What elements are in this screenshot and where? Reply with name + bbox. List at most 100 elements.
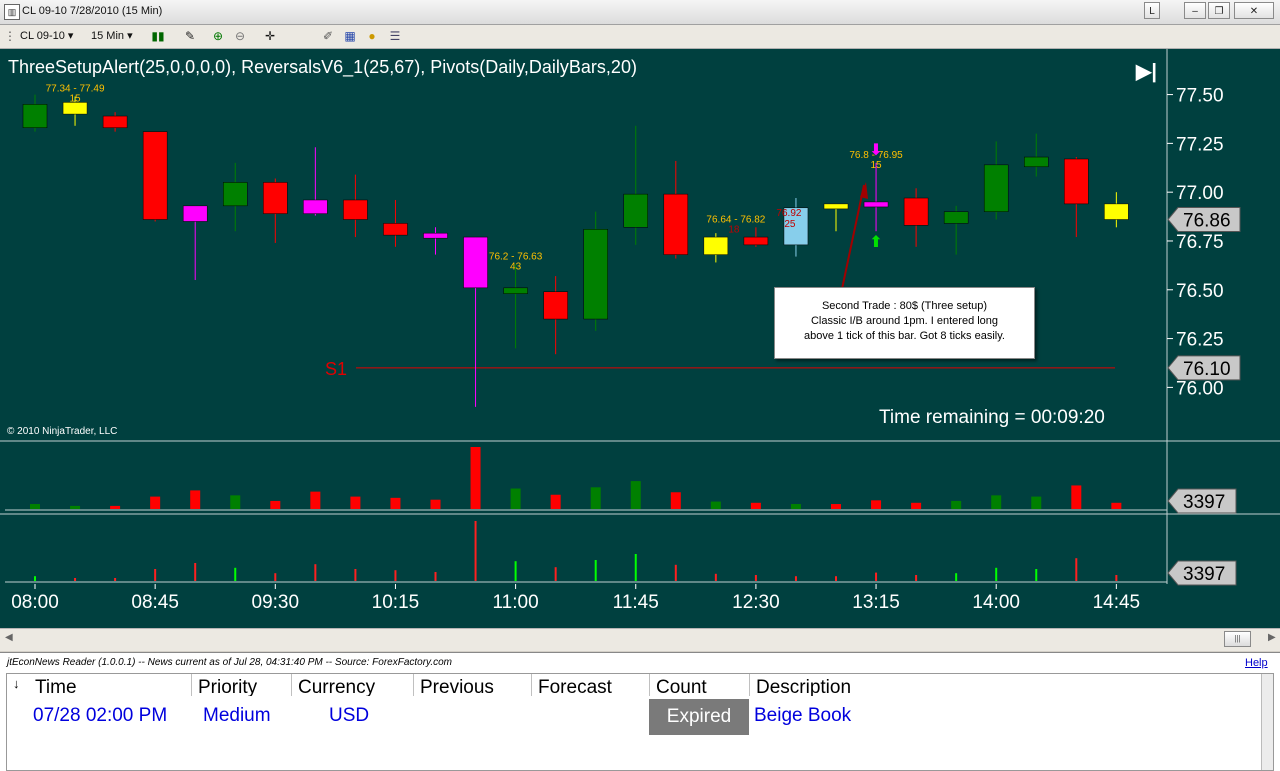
news-vertical-scrollbar[interactable]	[1261, 674, 1273, 770]
volume-bar	[750, 502, 761, 509]
time-tick-label: 14:45	[1093, 592, 1141, 613]
volume-bar	[710, 501, 721, 509]
price-tick-label: 76.25	[1176, 330, 1224, 351]
bar-type-icon[interactable]: ▮▮	[150, 28, 166, 44]
volume-bar	[430, 499, 441, 509]
candle-body	[943, 211, 969, 224]
volume-bar	[630, 481, 641, 509]
time-tick-label: 09:30	[252, 592, 300, 613]
crosshair-icon[interactable]: ✛	[262, 28, 278, 44]
column-forecast[interactable]: Forecast	[531, 674, 649, 696]
row-time[interactable]: 07/28 02:00 PM	[33, 705, 167, 727]
restore-button[interactable]: ❐	[1208, 2, 1230, 19]
volume-bar	[831, 504, 841, 509]
data-box-icon[interactable]: ☰	[387, 28, 403, 44]
annotation-line-3: above 1 tick of this bar. Got 8 ticks ea…	[804, 330, 1005, 342]
row-description[interactable]: Beige Book	[754, 705, 851, 727]
price-tick-label: 77.50	[1176, 86, 1224, 107]
indicator-title: ThreeSetupAlert(25,0,0,0,0), ReversalsV6…	[8, 57, 637, 77]
buy-arrow-icon: ⬆	[869, 232, 882, 251]
time-remaining-label: Time remaining = 00:09:20	[879, 407, 1105, 428]
row-count-expired[interactable]: Expired	[649, 699, 749, 735]
candle-body	[423, 232, 448, 239]
volume-bar	[951, 500, 962, 509]
candle-body	[463, 236, 488, 289]
indicators-icon[interactable]: ▦	[342, 28, 358, 44]
indicator-last-label: 3397	[1183, 564, 1225, 585]
candle-body	[1024, 156, 1049, 168]
row-priority[interactable]: Medium	[203, 705, 271, 727]
column-currency[interactable]: Currency	[291, 674, 413, 696]
volume-bar	[1111, 502, 1122, 509]
candle-body	[743, 236, 769, 246]
zoom-out-icon[interactable]: ⊖	[232, 28, 248, 44]
price-tick-label: 77.25	[1176, 134, 1224, 155]
scroll-right-icon[interactable]: ▶	[1268, 632, 1276, 643]
candle-body	[223, 182, 248, 207]
row-currency[interactable]: USD	[329, 705, 369, 727]
last-price-label: 76.86	[1183, 211, 1231, 232]
candle-body	[583, 229, 608, 320]
minimize-button[interactable]: –	[1184, 2, 1206, 19]
properties-icon[interactable]: ✐	[320, 28, 336, 44]
volume-bar	[270, 500, 281, 509]
price-chart[interactable]: 77.50 77.25 77.00 76.75 76.50 76.25 76.00 08:00…	[0, 49, 1280, 628]
time-tick-label: 11:00	[493, 592, 539, 613]
sell-arrow-icon: ⬇	[869, 140, 882, 159]
chart-horizontal-scrollbar[interactable]: ◀ ||| ▶	[0, 628, 1280, 651]
help-link[interactable]: Help	[1245, 657, 1268, 669]
scroll-to-end-icon[interactable]: ▶|	[1136, 59, 1157, 84]
time-tick-label: 13:15	[852, 592, 900, 613]
sort-arrow-icon[interactable]: ↓	[7, 674, 29, 696]
bar-count-label: 18	[728, 224, 740, 235]
volume-bar	[1071, 485, 1082, 509]
bar-count-label: 25	[784, 219, 796, 230]
instrument-selector[interactable]: CL 09-10 ▾	[20, 28, 73, 45]
volume-bar	[871, 500, 882, 509]
volume-bar	[230, 495, 241, 509]
strategies-icon[interactable]: ●	[364, 28, 380, 44]
econ-news-panel: jtEconNews Reader (1.0.0.1) -- News curr…	[0, 652, 1280, 771]
time-tick-label: 11:45	[613, 592, 659, 613]
column-time[interactable]: Time	[29, 674, 191, 696]
bar-count-label: 15	[870, 160, 882, 171]
scroll-left-icon[interactable]: ◀	[5, 632, 13, 643]
volume-bar	[790, 504, 801, 509]
chart-toolbar: ⋮ CL 09-10 ▾ 15 Min ▾ ▮▮ ✎ ⊕ ⊖ ✛ ✐ ▦ ● ☰	[0, 25, 1280, 49]
candle-body	[703, 236, 729, 255]
volume-last-label: 3397	[1183, 492, 1225, 513]
volume-bar	[470, 447, 481, 509]
volume-bar	[190, 490, 201, 509]
volume-bar	[550, 494, 561, 509]
price-tick-label: 76.00	[1176, 378, 1224, 399]
scroll-thumb[interactable]: |||	[1224, 631, 1251, 647]
annotation-pointer	[841, 184, 865, 290]
volume-bar	[911, 502, 922, 509]
drawing-tool-icon[interactable]: ✎	[182, 28, 198, 44]
app-icon: ▥	[4, 4, 20, 20]
column-priority[interactable]: Priority	[191, 674, 291, 696]
window-title: CL 09-10 7/28/2010 (15 Min)	[22, 5, 163, 17]
bar-range-label: 76.92	[776, 208, 801, 219]
annotation-pointer-head	[860, 182, 868, 199]
zoom-in-icon[interactable]: ⊕	[210, 28, 226, 44]
close-button[interactable]: ✕	[1234, 2, 1274, 19]
interval-selector[interactable]: 15 Min ▾	[91, 28, 133, 45]
news-grid: ↓ Time Priority Currency Previous Foreca…	[6, 673, 1274, 771]
candle-body	[663, 193, 689, 255]
trade-annotation[interactable]: Second Trade : 80$ (Three setup) Classic…	[774, 287, 1035, 359]
lock-button[interactable]: L	[1144, 2, 1160, 19]
price-tick-label: 76.75	[1176, 232, 1224, 253]
candle-body	[543, 291, 568, 320]
candle-body	[263, 182, 288, 214]
candle-body	[343, 199, 368, 220]
grip-icon: ⋮	[4, 29, 16, 43]
candle-body	[903, 197, 929, 226]
column-description[interactable]: Description	[749, 674, 1261, 696]
column-count[interactable]: Count	[649, 674, 749, 696]
column-previous[interactable]: Previous	[413, 674, 531, 696]
annotation-line-2: Classic I/B around 1pm. I entered long	[810, 315, 999, 327]
chart-canvas: 77.50 77.25 77.00 76.75 76.50 76.25 76.00 08:00…	[0, 49, 1280, 613]
volume-bar	[590, 487, 601, 509]
bar-count-label: 15	[69, 94, 81, 105]
